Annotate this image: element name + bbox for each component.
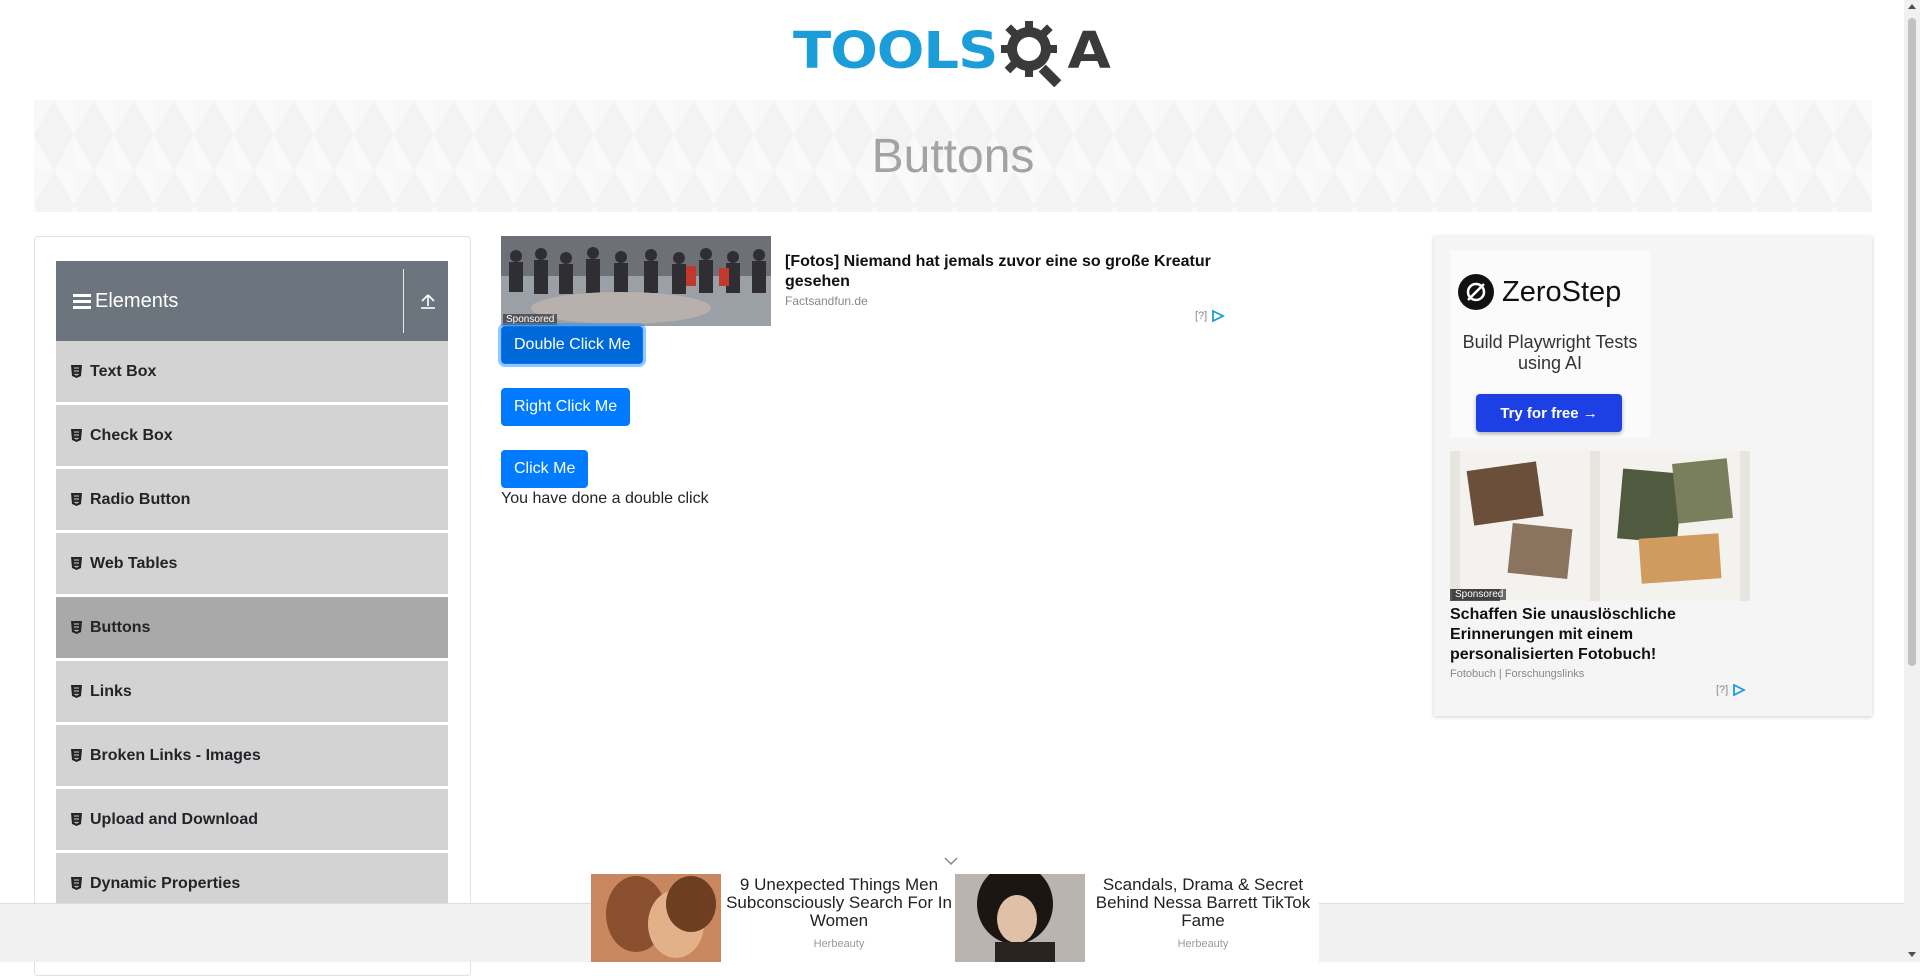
right-ad-panel[interactable]: ZeroStep Build Playwright Tests using AI… <box>1434 236 1872 716</box>
toolsqa-logo[interactable]: TOOLS A <box>793 14 1111 90</box>
try-for-free-button[interactable]: Try for free → <box>1476 394 1622 432</box>
photobook-ad-source[interactable]: Fotobuch | Forschungslinks <box>1450 668 1584 680</box>
sidebar-item-radio-button[interactable]: Radio Button <box>56 469 448 531</box>
sponsored-ad-top[interactable]: Sponsored [Fotos] Niemand hat jemals zuv… <box>501 236 1231 326</box>
bottom-ad-2[interactable]: Scandals, Drama & Secret Behind Nessa Ba… <box>955 874 1319 962</box>
sidebar-item-label: Upload and Download <box>90 810 258 828</box>
elements-group-header[interactable]: Elements <box>56 261 448 341</box>
scroll-up-arrow-icon[interactable] <box>1908 4 1916 9</box>
zerostep-ad[interactable]: ZeroStep Build Playwright Tests using AI… <box>1450 250 1650 438</box>
group-title: Elements <box>95 289 179 312</box>
chevron-down-icon[interactable] <box>944 856 958 866</box>
bottom-ad-1-text[interactable]: 9 Unexpected Things Men Subconsciously S… <box>725 876 953 930</box>
html5-shield-icon <box>71 365 82 378</box>
adchoices-icon <box>1212 310 1226 322</box>
sidebar-item-check-box[interactable]: Check Box <box>56 405 448 467</box>
ad-choices[interactable]: [?] <box>1195 310 1226 322</box>
zerostep-tagline: Build Playwright Tests using AI <box>1462 332 1638 373</box>
sidebar-item-label: Dynamic Properties <box>90 874 241 892</box>
zerostep-logo-icon <box>1458 274 1494 310</box>
sidebar-item-label: Check Box <box>90 426 173 444</box>
ad-headline[interactable]: [Fotos] Niemand hat jemals zuvor eine so… <box>785 252 1225 292</box>
sidebar-item-buttons[interactable]: Buttons <box>56 597 448 659</box>
right-ad-choices[interactable]: [?] <box>1716 684 1747 696</box>
hamburger-icon <box>73 293 91 309</box>
header-divider <box>403 269 404 333</box>
sponsored-label-right: Sponsored <box>1452 589 1507 600</box>
sidebar-item-links[interactable]: Links <box>56 661 448 723</box>
zerostep-logo: ZeroStep <box>1458 274 1621 310</box>
sidebar-item-label: Buttons <box>90 618 151 636</box>
left-sidebar: Elements Text Box Check Box Radio Button We… <box>34 236 471 976</box>
html5-shield-icon <box>71 621 82 634</box>
photobook-photo <box>1450 451 1750 601</box>
crowd-photo <box>501 236 771 326</box>
double-click-button[interactable]: Double Click Me <box>501 326 644 364</box>
sidebar-item-text-box[interactable]: Text Box <box>56 341 448 403</box>
bottom-ad-2-text[interactable]: Scandals, Drama & Secret Behind Nessa Ba… <box>1089 876 1317 930</box>
bottom-ad-1[interactable]: 9 Unexpected Things Men Subconsciously S… <box>591 874 955 962</box>
ad-source[interactable]: Factsandfun.de <box>785 294 868 308</box>
bottom-ad-1-source[interactable]: Herbeauty <box>725 938 953 950</box>
scroll-down-arrow-icon[interactable] <box>1908 952 1916 957</box>
sidebar-item-label: Broken Links - Images <box>90 746 261 764</box>
sidebar-item-label: Links <box>90 682 132 700</box>
html5-shield-icon <box>71 749 82 762</box>
html5-shield-icon <box>71 877 82 890</box>
bottom-ad-1-image[interactable] <box>591 874 721 962</box>
upload-arrow-icon[interactable] <box>421 293 435 309</box>
sidebar-item-web-tables[interactable]: Web Tables <box>56 533 448 595</box>
sidebar-item-label: Text Box <box>90 362 157 380</box>
logo-text: TOOLS <box>793 22 998 81</box>
right-click-button[interactable]: Right Click Me <box>501 388 631 426</box>
html5-shield-icon <box>71 429 82 442</box>
page-banner: Buttons <box>34 100 1872 212</box>
bottom-ad-2-source[interactable]: Herbeauty <box>1089 938 1317 950</box>
sidebar-item-label: Web Tables <box>90 554 178 572</box>
photobook-ad-title[interactable]: Schaffen Sie unauslöschliche Erinnerunge… <box>1450 605 1750 665</box>
html5-shield-icon <box>71 813 82 826</box>
page-scrollbar[interactable] <box>1904 0 1920 962</box>
ad-image[interactable]: Sponsored <box>501 236 771 326</box>
zerostep-brand: ZeroStep <box>1502 275 1622 308</box>
page-title: Buttons <box>871 129 1035 183</box>
bottom-ad-2-image[interactable] <box>955 874 1085 962</box>
html5-shield-icon <box>71 493 82 506</box>
scroll-thumb[interactable] <box>1908 18 1916 666</box>
logo-suffix: A <box>1067 22 1111 81</box>
html5-shield-icon <box>71 557 82 570</box>
ad-choice-text: [?] <box>1195 310 1208 322</box>
html5-shield-icon <box>71 685 82 698</box>
gear-magnifier-icon <box>1001 21 1062 87</box>
click-me-button[interactable]: Click Me <box>501 450 589 488</box>
woman-photo <box>955 874 1085 962</box>
right-ad-choice-text: [?] <box>1716 684 1729 696</box>
sidebar-item-broken-links-images[interactable]: Broken Links - Images <box>56 725 448 787</box>
double-click-message: You have done a double click <box>501 490 709 507</box>
adchoices-icon <box>1733 684 1747 696</box>
sponsored-label: Sponsored <box>503 314 558 325</box>
couple-photo <box>591 874 721 962</box>
sidebar-item-upload-and-download[interactable]: Upload and Download <box>56 789 448 851</box>
photobook-ad-image[interactable]: Sponsored <box>1450 451 1750 601</box>
sidebar-item-label: Radio Button <box>90 490 191 508</box>
